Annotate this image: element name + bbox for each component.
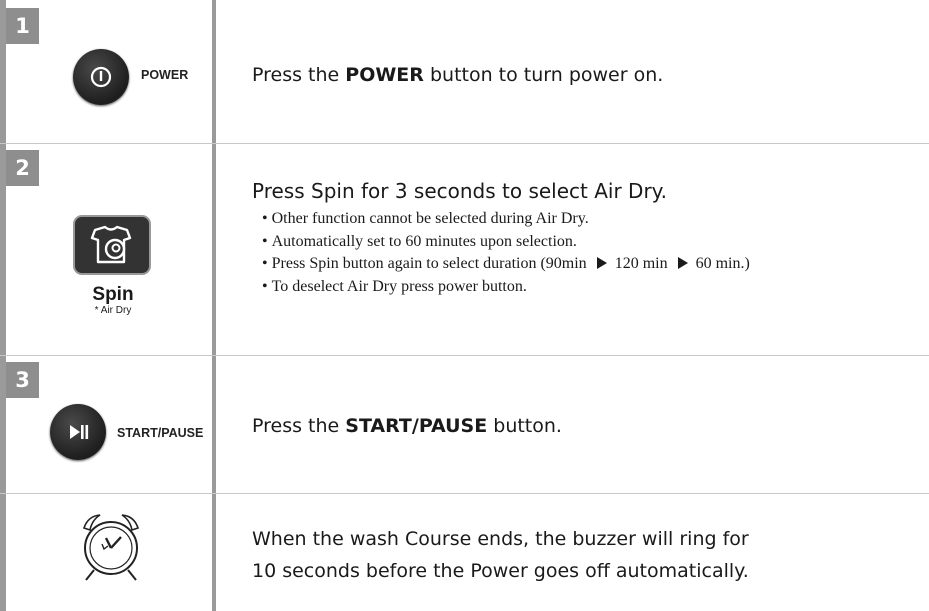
row-divider-2: [0, 355, 929, 356]
step-1-badge: 1: [6, 8, 39, 44]
power-icon: [90, 66, 112, 88]
step-2-bullet-list: Other function cannot be selected during…: [262, 208, 750, 298]
end-note-line-1: When the wash Course ends, the buzzer wi…: [252, 528, 749, 550]
spin-button-sublabel: * Air Dry: [94, 305, 132, 316]
step-3-instruction: Press the START/PAUSE button.: [252, 415, 562, 437]
bullet-item: To deselect Air Dry press power button.: [262, 276, 750, 299]
bullet-item: Automatically set to 60 minutes upon sel…: [262, 231, 750, 254]
start-pause-button-label: START/PAUSE: [117, 426, 204, 440]
bullet-item: Other function cannot be selected during…: [262, 208, 750, 231]
spin-button[interactable]: [73, 215, 151, 275]
arrow-right-icon: [677, 257, 688, 269]
step-2-badge: 2: [6, 150, 39, 186]
spin-button-label: Spin: [92, 284, 134, 305]
power-button-label: POWER: [141, 68, 189, 82]
alarm-clock-icon: [82, 514, 140, 581]
column-divider: [212, 0, 216, 611]
arrow-right-icon: [596, 257, 607, 269]
end-note-line-2: 10 seconds before the Power goes off aut…: [252, 560, 749, 582]
row-divider-1: [0, 143, 929, 144]
step-3-badge: 3: [6, 362, 39, 398]
row-divider-3: [0, 493, 929, 494]
step-2-instruction: Press Spin for 3 seconds to select Air D…: [252, 179, 668, 203]
step-1-instruction: Press the POWER button to turn power on.: [252, 64, 664, 86]
bullet-item-duration: Press Spin button again to select durati…: [262, 253, 750, 276]
left-border: [0, 0, 6, 611]
start-pause-button[interactable]: [50, 404, 106, 460]
power-button[interactable]: [73, 49, 129, 105]
play-pause-icon: [70, 425, 89, 439]
tshirt-spin-icon: [90, 225, 132, 264]
